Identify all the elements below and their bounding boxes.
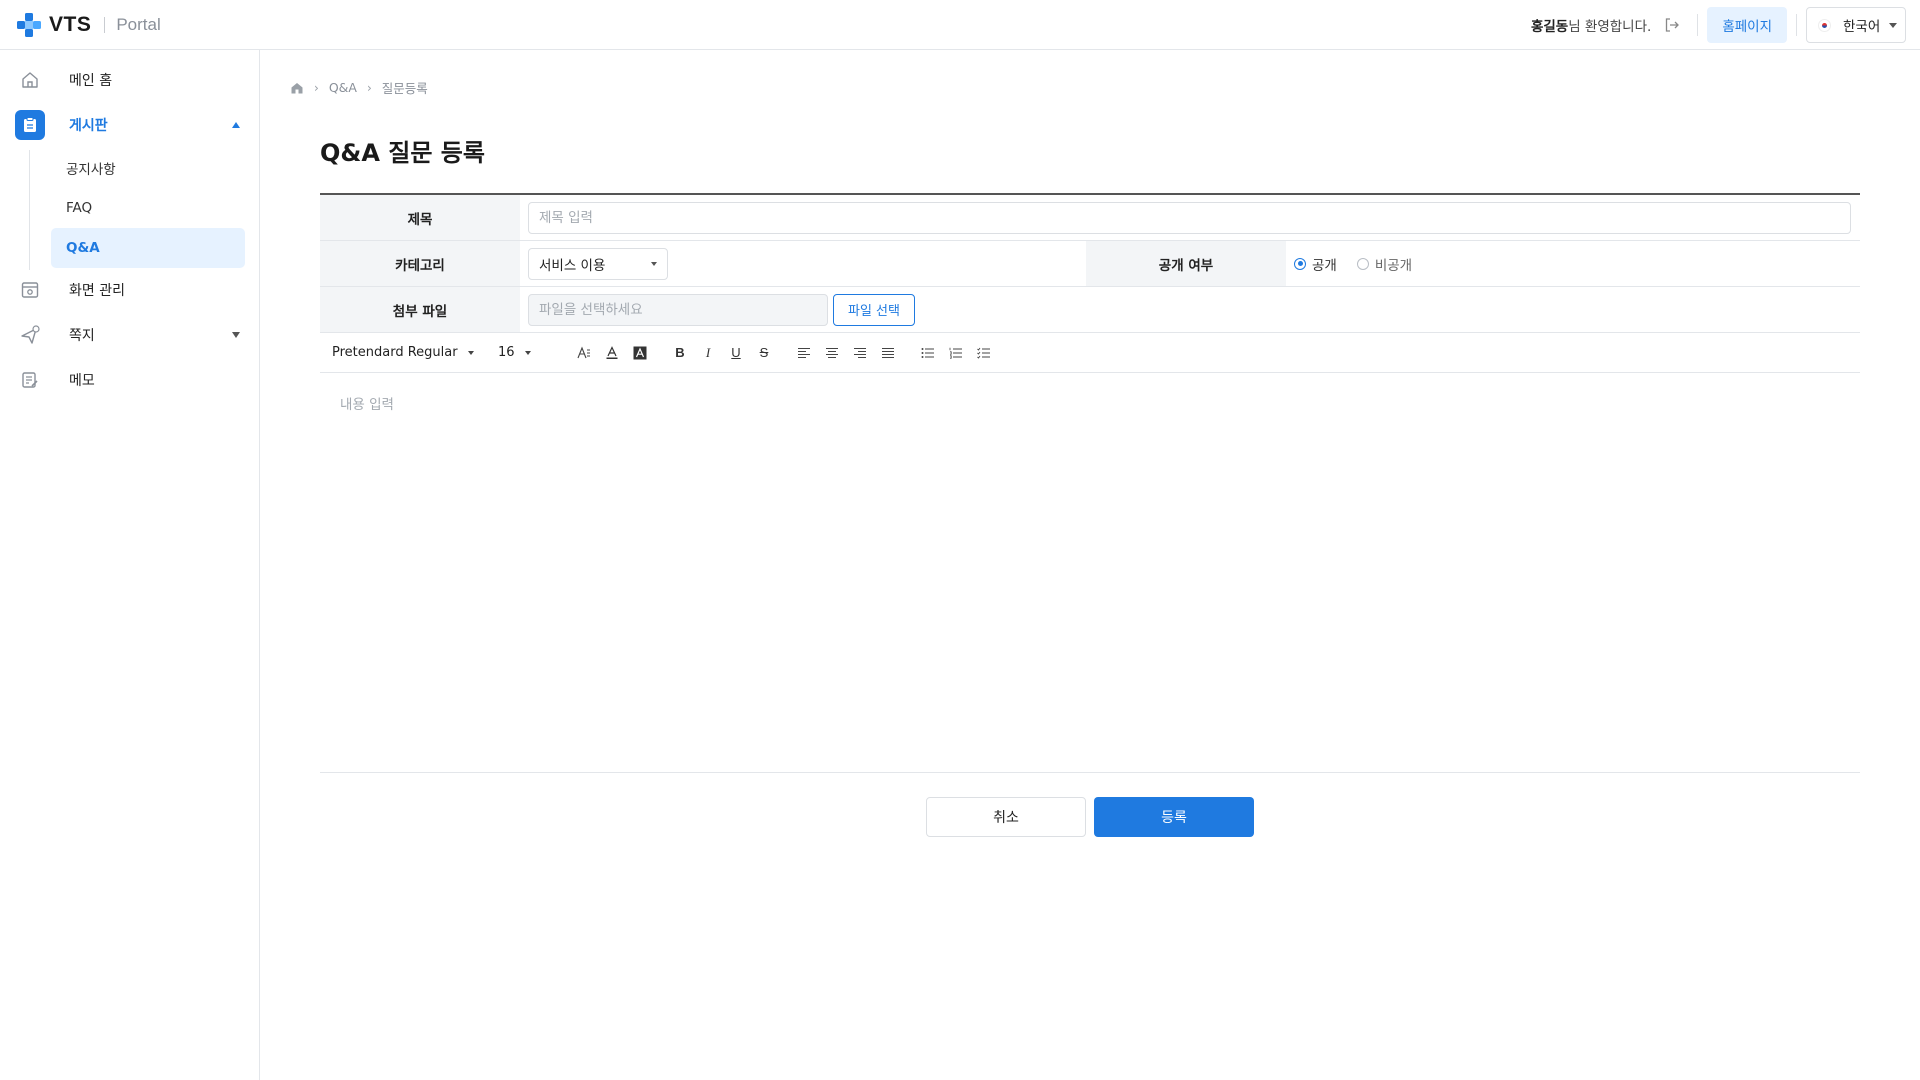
language-select[interactable]: 한국어 (1806, 7, 1906, 43)
language-label: 한국어 (1843, 19, 1881, 35)
font-size-icon[interactable] (570, 341, 598, 365)
question-form: 제목 카테고리 서비스 이용 공개 여부 공개 비공개 첨부 파일 (320, 193, 1860, 773)
checklist-icon[interactable] (970, 341, 998, 365)
sidebar-item-main-home[interactable]: 메인 홈 (15, 65, 245, 95)
radio-public[interactable]: 공개 (1294, 254, 1337, 274)
homepage-button[interactable]: 홈페이지 (1707, 7, 1787, 43)
page-title: Q&A 질문 등록 (320, 139, 485, 167)
toolbar-text-style: B I U S (570, 341, 998, 365)
attachment-cell: 파일 선택 (520, 287, 1860, 332)
logo-divider (104, 17, 106, 33)
visibility-options: 공개 비공개 (1286, 241, 1860, 286)
title-cell (520, 195, 1860, 240)
sidebar-item-label: 화면 관리 (69, 283, 125, 299)
radio-label: 공개 (1312, 257, 1337, 274)
font-size-value: 16 (498, 345, 515, 360)
sidebar-item-label: 메모 (69, 373, 95, 389)
radio-private[interactable]: 비공개 (1356, 254, 1413, 274)
underline-icon[interactable]: U (722, 341, 750, 365)
form-row-title: 제목 (320, 195, 1860, 241)
strikethrough-icon[interactable]: S (750, 341, 778, 365)
chevron-down-icon (651, 261, 657, 266)
file-path-input[interactable] (528, 293, 828, 326)
font-family-value: Pretendard Regular (332, 345, 458, 360)
breadcrumb-separator: › (366, 80, 372, 95)
korea-flag-icon (1818, 18, 1831, 32)
editor-placeholder: 내용 입력 (340, 397, 394, 413)
radio-unselected-icon (1356, 257, 1369, 270)
attachment-label: 첨부 파일 (320, 287, 520, 332)
bullet-list-icon[interactable] (914, 341, 942, 365)
user-name: 홍길동 (1530, 19, 1569, 35)
memo-icon (15, 365, 45, 395)
chevron-down-icon (1889, 23, 1897, 28)
sidebar-item-screen-management[interactable]: 화면 관리 (15, 275, 245, 305)
board-icon (15, 110, 45, 140)
category-select[interactable]: 서비스 이용 (528, 247, 668, 280)
sidebar-item-label: 메인 홈 (69, 73, 113, 89)
font-size-select[interactable]: 16 (498, 341, 558, 365)
vts-logo-icon (17, 13, 41, 37)
sidebar-subitem-faq[interactable]: FAQ (51, 188, 245, 228)
italic-icon[interactable]: I (694, 341, 722, 365)
align-right-icon[interactable] (846, 341, 874, 365)
sidebar-subitem-qna[interactable]: Q&A (51, 228, 245, 268)
sidebar-item-memo[interactable]: 메모 (15, 365, 245, 395)
submit-button[interactable]: 등록 (1094, 797, 1254, 837)
welcome-text: 님 환영합니다. (1568, 19, 1652, 35)
top-header: VTS Portal 홍길동 님 환영합니다. 홈페이지 한국어 (0, 0, 1920, 50)
screen-settings-icon (15, 275, 45, 305)
title-label: 제목 (320, 195, 520, 240)
title-input[interactable] (528, 201, 1851, 234)
logout-icon[interactable] (1663, 16, 1681, 34)
sidebar-item-message[interactable]: 쪽지 (15, 320, 245, 350)
sidebar: 메인 홈 게시판 공지사항 FAQ Q&A 화면 관리 쪽지 메모 (0, 50, 260, 1080)
sidebar-item-label: 쪽지 (69, 328, 95, 344)
visibility-label: 공개 여부 (1086, 241, 1286, 286)
bold-icon[interactable]: B (666, 341, 694, 365)
radio-label: 비공개 (1374, 257, 1413, 274)
chevron-down-icon[interactable] (232, 332, 240, 338)
font-family-select[interactable]: Pretendard Regular (332, 341, 498, 365)
breadcrumb-separator: › (314, 80, 319, 95)
header-actions: 홍길동 님 환영합니다. 홈페이지 한국어 (1531, 7, 1906, 43)
content-editor[interactable]: 내용 입력 (320, 373, 1860, 773)
cancel-button[interactable]: 취소 (926, 797, 1086, 837)
file-select-button[interactable]: 파일 선택 (833, 293, 915, 326)
sidebar-item-board[interactable]: 게시판 (15, 110, 245, 140)
home-icon (15, 65, 45, 95)
category-label: 카테고리 (320, 241, 520, 286)
home-icon[interactable] (290, 81, 304, 95)
logo[interactable]: VTS Portal (15, 11, 161, 39)
chevron-up-icon[interactable] (232, 122, 240, 128)
category-cell: 서비스 이용 (520, 241, 1086, 286)
logo-subtitle: Portal (116, 15, 161, 34)
font-color-icon[interactable] (598, 341, 626, 365)
header-divider (1796, 14, 1797, 36)
breadcrumb: › Q&A › 질문등록 (290, 78, 428, 97)
header-divider (1697, 14, 1699, 36)
submenu-guide-line (29, 150, 30, 270)
numbered-list-icon[interactable] (942, 341, 970, 365)
align-justify-icon[interactable] (874, 341, 902, 365)
sidebar-subitem-notice[interactable]: 공지사항 (51, 148, 245, 188)
message-icon (15, 320, 45, 350)
align-left-icon[interactable] (790, 341, 818, 365)
welcome-message: 홍길동 님 환영합니다. (1531, 15, 1681, 35)
breadcrumb-item[interactable]: Q&A (329, 80, 357, 95)
chevron-down-icon (467, 350, 474, 355)
form-row-attachment: 첨부 파일 파일 선택 (320, 287, 1860, 333)
logo-text: VTS (49, 13, 92, 36)
background-color-icon[interactable] (626, 341, 654, 365)
sidebar-item-label: 게시판 (69, 118, 108, 134)
breadcrumb-item-current: 질문등록 (381, 81, 428, 96)
editor-toolbar: Pretendard Regular 16 B I U S (320, 333, 1860, 373)
category-value: 서비스 이용 (539, 257, 606, 274)
form-row-category: 카테고리 서비스 이용 공개 여부 공개 비공개 (320, 241, 1860, 287)
form-actions: 취소 등록 (926, 797, 1254, 837)
radio-selected-icon (1294, 257, 1306, 270)
align-center-icon[interactable] (818, 341, 846, 365)
chevron-down-icon (524, 350, 531, 355)
